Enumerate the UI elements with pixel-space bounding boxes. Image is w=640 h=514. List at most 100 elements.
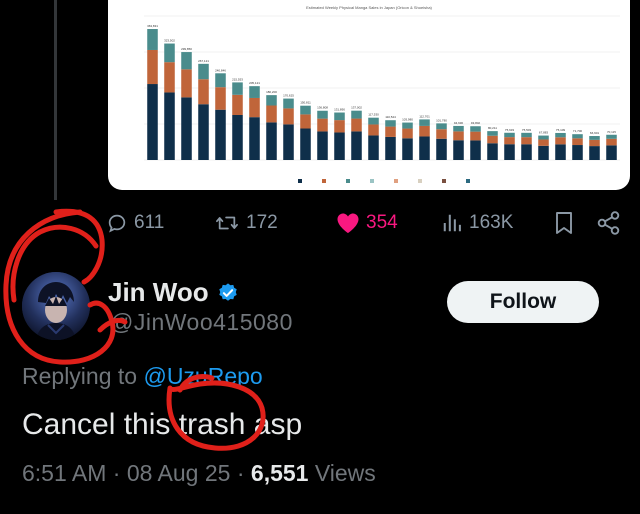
chart-value-label: 67,883 (539, 131, 549, 135)
replying-to-line: Replying to @UzuRepo (22, 363, 263, 390)
chart-bar-segment (453, 140, 464, 160)
chart-bar-segment (249, 86, 260, 98)
chart-value-label: 71,700 (573, 129, 583, 133)
views-action[interactable]: 163K (441, 207, 513, 239)
chart-legend-swatch (466, 179, 470, 183)
chart-bar-segment (317, 131, 328, 160)
chart-bar-segment (317, 110, 328, 119)
display-name[interactable]: Jin Woo (108, 277, 209, 308)
chart-value-label: 205,121 (249, 81, 260, 85)
post-views-label: Views (314, 460, 376, 486)
meta-separator: · (112, 460, 127, 486)
replying-to-mention[interactable]: @UzuRepo (143, 363, 262, 389)
chart-bar-segment (402, 138, 413, 160)
chart-bar-segment (232, 114, 243, 160)
chart-bar-segment (436, 123, 447, 130)
follow-button[interactable]: Follow (447, 281, 599, 323)
chart-bar-segment (249, 97, 260, 118)
reply-text: Cancel this trash asp (22, 408, 303, 441)
chart-bar-segment (283, 98, 294, 109)
chart-bar-segment (232, 94, 243, 115)
chart-bar-segment (181, 52, 192, 70)
chart-bar-segment (470, 140, 481, 160)
chart-bar-segment (198, 104, 209, 160)
chart-bar-segment (487, 131, 498, 136)
like-action[interactable]: 354 (336, 207, 398, 239)
chart-bar-segment (215, 87, 226, 110)
avatar-image (22, 272, 90, 340)
repost-count: 172 (246, 212, 278, 233)
chart-value-label: 267,121 (198, 59, 209, 63)
chart-bar-segment (317, 118, 328, 132)
user-handle[interactable]: @JinWoo415080 (110, 309, 293, 336)
chart-bar-segment (555, 132, 566, 138)
chart-legend (298, 179, 470, 183)
chart-bar-segment (385, 126, 396, 137)
chart-bar-segment (419, 136, 430, 160)
chart-bar-segment (402, 122, 413, 129)
chart-value-label: 323,502 (164, 39, 175, 43)
chart-bar-segment (589, 139, 600, 147)
chart-bar-segment (198, 63, 209, 80)
chart-bar-segment (538, 145, 549, 160)
chart-bar-segment (504, 144, 515, 160)
chart-bar-segment (385, 120, 396, 127)
chart-bar-segment (538, 135, 549, 140)
post-time[interactable]: 6:51 AM (22, 460, 106, 486)
chart-bar-segment (504, 137, 515, 145)
chart-bar-segment (351, 131, 362, 160)
chart-bar-segment (572, 138, 583, 146)
chart-bar-segment (436, 138, 447, 160)
chart-bar-segment (606, 134, 617, 139)
chart-bar-segment (521, 144, 532, 160)
chart-legend-swatch (298, 179, 302, 183)
repost-action[interactable]: 172 (214, 207, 278, 239)
reply-action[interactable]: 611 (106, 207, 164, 239)
chart-legend-swatch (394, 179, 398, 183)
chart-bar-segment (453, 125, 464, 132)
like-count: 354 (366, 212, 398, 233)
chart-bar-segment (419, 125, 430, 137)
chart-legend-swatch (418, 179, 422, 183)
chart-bar-segment (147, 29, 158, 50)
chart-bar-segment (453, 131, 464, 141)
heart-icon (337, 213, 359, 233)
chart-bar-segment (470, 131, 481, 141)
replying-prefix: Replying to (22, 363, 138, 389)
chart-bar-segment (334, 120, 345, 133)
chart-bar-segment (555, 137, 566, 145)
chart-bar-segment (606, 145, 617, 160)
chart-bar-segment (521, 132, 532, 138)
chart-value-label: 75,109 (556, 128, 566, 132)
embedded-chart-image[interactable]: Estimated Weekly Physical Manga Sales in… (108, 0, 630, 190)
chart-value-label: 137,002 (351, 106, 362, 110)
chart-value-label: 136,808 (317, 106, 328, 110)
chart-bar-segment (589, 136, 600, 140)
chart-bar-segment (589, 146, 600, 160)
chart-bar-segment (283, 124, 294, 160)
chart-bar-segment (470, 126, 481, 132)
chart-bar-segment (266, 122, 277, 160)
chart-value-label: 299,850 (181, 47, 192, 51)
post-date[interactable]: 08 Aug 25 (127, 460, 231, 486)
avatar[interactable] (22, 272, 90, 340)
chart-bar-segment (504, 132, 515, 138)
chart-legend-swatch (370, 179, 374, 183)
chart-value-label: 75,633 (505, 128, 515, 132)
bookmark-action[interactable] (553, 207, 575, 239)
chart-bar-segment (300, 105, 311, 115)
reply-icon (108, 214, 126, 233)
chart-bar-segment (215, 109, 226, 160)
chart-bar-segment (164, 43, 175, 63)
share-action[interactable] (596, 207, 622, 239)
chart-value-label: 75,503 (522, 128, 532, 132)
reply-count: 611 (134, 212, 165, 233)
chart-value-label: 215,553 (232, 77, 243, 81)
chart-bar-segment (266, 105, 277, 123)
chart-bar-segment (215, 73, 226, 88)
chart-bar-segment (351, 110, 362, 119)
tweet-action-bar: 611 172 354 163K (106, 207, 636, 239)
chart-value-label: 66,601 (590, 131, 600, 135)
share-icon (597, 211, 620, 235)
chart-bar-segment (249, 117, 260, 160)
